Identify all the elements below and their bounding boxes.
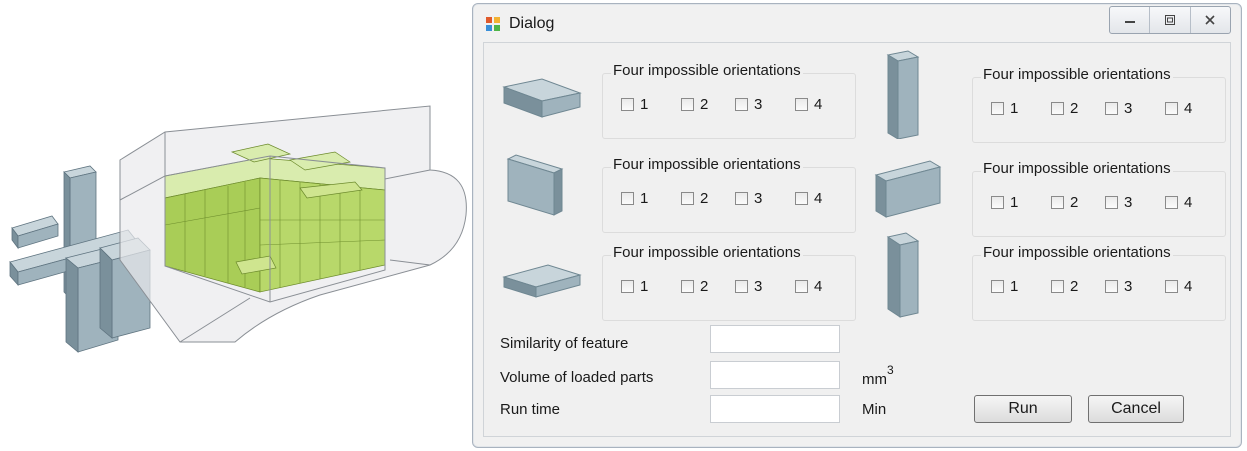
orientation-4-checkbox[interactable]: 4 (1165, 100, 1192, 117)
cancel-button[interactable]: Cancel (1088, 395, 1184, 423)
volume-unit: mm3 (862, 363, 894, 388)
runtime-input[interactable] (710, 395, 840, 423)
orientation-2-checkbox[interactable]: 2 (681, 278, 708, 295)
orientation-1-checkbox[interactable]: 1 (991, 278, 1018, 295)
app-icon (486, 17, 500, 31)
orientation-4-checkbox[interactable]: 4 (795, 278, 822, 295)
orientation-2-checkbox[interactable]: 2 (1051, 100, 1078, 117)
orientation-group-2: Four impossible orientations 1 2 3 4 (972, 66, 1226, 143)
dialog-window: Dialog Four impossible orientations 1 2 … (472, 3, 1242, 448)
orientation-4-checkbox[interactable]: 4 (795, 190, 822, 207)
group-title: Four impossible orientations (981, 66, 1173, 83)
orientation-3-checkbox[interactable]: 3 (735, 96, 762, 113)
similarity-input[interactable] (710, 325, 840, 353)
tall-column-icon (886, 232, 920, 318)
title-bar: Dialog (473, 4, 1241, 42)
orientation-2-checkbox[interactable]: 2 (681, 96, 708, 113)
group-title: Four impossible orientations (611, 244, 803, 261)
orientation-2-checkbox[interactable]: 2 (681, 190, 708, 207)
minimize-icon (1124, 21, 1135, 23)
close-button[interactable] (1191, 7, 1230, 33)
orientation-3-checkbox[interactable]: 3 (735, 190, 762, 207)
group-title: Four impossible orientations (611, 62, 803, 79)
minimize-button[interactable] (1110, 7, 1151, 33)
loading-container-illustration (0, 80, 470, 380)
group-title: Four impossible orientations (981, 160, 1173, 177)
orientation-1-checkbox[interactable]: 1 (621, 190, 648, 207)
flat-plate-icon (502, 264, 582, 298)
orientation-3-checkbox[interactable]: 3 (1105, 194, 1132, 211)
tilted-slab-icon (874, 160, 942, 218)
orientation-1-checkbox[interactable]: 1 (991, 194, 1018, 211)
restore-icon (1164, 15, 1175, 25)
orientation-2-checkbox[interactable]: 2 (1051, 194, 1078, 211)
orientation-group-1: Four impossible orientations 1 2 3 4 (602, 62, 856, 139)
orientation-group-5: Four impossible orientations 1 2 3 4 (602, 244, 856, 321)
orientation-4-checkbox[interactable]: 4 (1165, 278, 1192, 295)
upright-block-icon (886, 50, 920, 139)
orientation-3-checkbox[interactable]: 3 (1105, 100, 1132, 117)
window-title: Dialog (509, 15, 555, 32)
group-title: Four impossible orientations (611, 156, 803, 173)
orientation-group-3: Four impossible orientations 1 2 3 4 (602, 156, 856, 233)
orientation-3-checkbox[interactable]: 3 (735, 278, 762, 295)
orientation-1-checkbox[interactable]: 1 (991, 100, 1018, 117)
orientation-group-4: Four impossible orientations 1 2 3 4 (972, 160, 1226, 237)
orientation-1-checkbox[interactable]: 1 (621, 96, 648, 113)
orientation-4-checkbox[interactable]: 4 (1165, 194, 1192, 211)
volume-label: Volume of loaded parts (500, 369, 654, 386)
orientation-group-6: Four impossible orientations 1 2 3 4 (972, 244, 1226, 321)
group-title: Four impossible orientations (981, 244, 1173, 261)
window-controls (1109, 6, 1231, 34)
angled-block-icon (506, 154, 564, 216)
runtime-unit: Min (862, 401, 887, 418)
flat-box-icon (502, 78, 582, 118)
volume-input[interactable] (710, 361, 840, 389)
close-icon (1205, 15, 1215, 25)
orientation-1-checkbox[interactable]: 1 (621, 278, 648, 295)
orientation-2-checkbox[interactable]: 2 (1051, 278, 1078, 295)
dialog-body: Four impossible orientations 1 2 3 4 Fou… (483, 42, 1231, 437)
orientation-3-checkbox[interactable]: 3 (1105, 278, 1132, 295)
similarity-label: Similarity of feature (500, 335, 629, 352)
orientation-4-checkbox[interactable]: 4 (795, 96, 822, 113)
maximize-button[interactable] (1150, 7, 1191, 33)
run-button[interactable]: Run (974, 395, 1072, 423)
runtime-label: Run time (500, 401, 561, 418)
